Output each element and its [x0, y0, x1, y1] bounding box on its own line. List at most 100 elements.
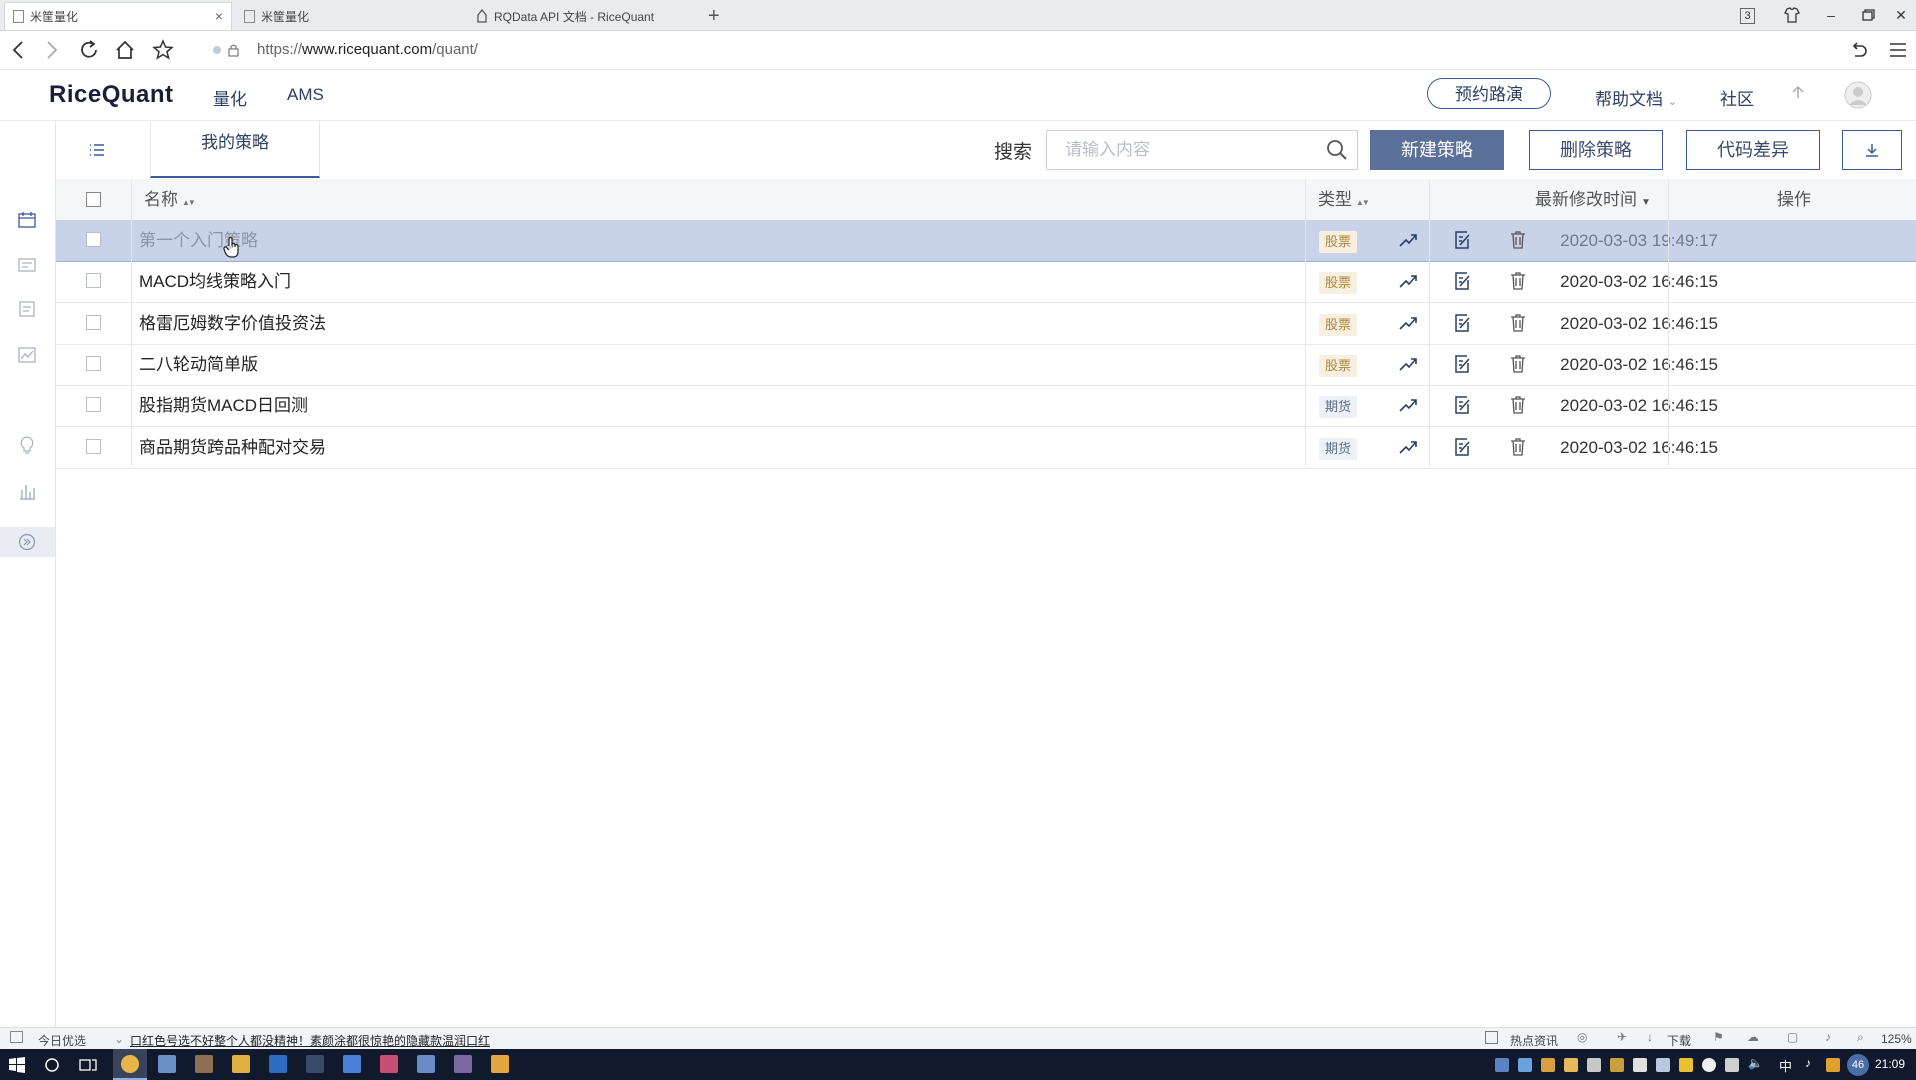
delete-icon[interactable]: [1507, 436, 1529, 458]
backtest-trend-icon[interactable]: [1397, 353, 1419, 375]
tray-app-icon[interactable]: [1679, 1058, 1693, 1072]
tray-shield-icon[interactable]: [1495, 1058, 1509, 1072]
cloud-icon[interactable]: ☁: [1747, 1030, 1759, 1044]
tray-app-icon[interactable]: [1826, 1058, 1840, 1072]
security-lock-icon[interactable]: [212, 43, 242, 57]
ricequant-logo[interactable]: RiceQuant: [49, 81, 174, 109]
sound-icon[interactable]: ♪: [1825, 1030, 1831, 1044]
nav-quant[interactable]: 量化: [213, 85, 247, 110]
nav-community[interactable]: 社区: [1720, 85, 1754, 110]
edit-icon[interactable]: [1451, 312, 1473, 334]
taskbar-shield-icon[interactable]: [343, 1055, 361, 1073]
taskbar-app-icon[interactable]: [454, 1055, 472, 1073]
url-field[interactable]: https://www.ricequant.com/quant/: [257, 41, 478, 58]
tray-cloud-icon[interactable]: [1702, 1058, 1716, 1072]
search-input[interactable]: [1063, 131, 1327, 169]
list-icon[interactable]: [88, 141, 106, 159]
row-checkbox[interactable]: [86, 273, 101, 289]
tray-network-icon[interactable]: [1725, 1058, 1739, 1072]
ime-mode-icon[interactable]: ♪: [1805, 1056, 1811, 1070]
notification-badge[interactable]: 46: [1847, 1054, 1869, 1076]
select-all-checkbox[interactable]: [86, 192, 101, 207]
table-row[interactable]: 商品期货跨品种配对交易 期货 2020-03-02 16:46:15: [56, 427, 1916, 469]
backtest-trend-icon[interactable]: [1397, 229, 1419, 251]
task-view-icon[interactable]: [79, 1057, 97, 1073]
edit-icon[interactable]: [1451, 394, 1473, 416]
edit-icon[interactable]: [1451, 229, 1473, 251]
pin-icon[interactable]: ✈: [1617, 1030, 1627, 1044]
tray-app-icon[interactable]: [1633, 1058, 1647, 1072]
backtest-trend-icon[interactable]: [1397, 270, 1419, 292]
browser-tab-3[interactable]: RQData API 文档 - RiceQuant: [468, 2, 696, 30]
strategy-name[interactable]: 股指期货MACD日回测: [139, 385, 308, 426]
minimize-button[interactable]: –: [1820, 4, 1842, 26]
zoom-level[interactable]: 125%: [1881, 1032, 1912, 1046]
taskbar-app-icon[interactable]: [417, 1055, 435, 1073]
table-row[interactable]: 格雷厄姆数字价值投资法 股票 2020-03-02 16:46:15: [56, 303, 1916, 345]
news-ticker-link[interactable]: 口红色号选不好整个人都没精神！素颜涂都很惊艳的隐藏款温润口红: [130, 1032, 490, 1049]
taskbar-app-icon[interactable]: [158, 1055, 176, 1073]
taskbar-app-icon[interactable]: [491, 1055, 509, 1073]
delete-icon[interactable]: [1507, 270, 1529, 292]
restore-button[interactable]: [1857, 4, 1879, 26]
upload-icon[interactable]: [1787, 82, 1809, 104]
column-name[interactable]: 名称 ▲▼: [144, 179, 196, 220]
table-row[interactable]: 第一个入门策略 股票 2020-03-03 19:49:17: [56, 220, 1916, 262]
avatar[interactable]: [1843, 80, 1873, 110]
taskbar-folder-icon[interactable]: [232, 1055, 250, 1073]
strategy-name[interactable]: 格雷厄姆数字价值投资法: [139, 303, 326, 344]
row-checkbox[interactable]: [86, 438, 101, 454]
tray-app-icon[interactable]: [1518, 1058, 1532, 1072]
edit-icon[interactable]: [1451, 270, 1473, 292]
code-diff-button[interactable]: 代码差异: [1686, 130, 1820, 170]
browser-tab-1[interactable]: 米筐量化 ×: [4, 2, 232, 30]
search-icon[interactable]: [1325, 138, 1349, 162]
table-row[interactable]: MACD均线策略入门 股票 2020-03-02 16:46:15: [56, 261, 1916, 304]
ime-indicator[interactable]: 中: [1779, 1056, 1792, 1075]
flag-icon[interactable]: ⚑: [1713, 1030, 1724, 1044]
column-type[interactable]: 类型 ▲▼: [1318, 179, 1370, 220]
lightbulb-icon[interactable]: [16, 434, 38, 456]
downloads-label[interactable]: 下载: [1667, 1032, 1691, 1049]
strategy-name[interactable]: 二八轮动简单版: [139, 344, 258, 385]
nav-help-docs[interactable]: 帮助文档 ⌄: [1595, 85, 1677, 110]
taskbar-browser-app[interactable]: [113, 1049, 147, 1080]
backtest-trend-icon[interactable]: [1397, 312, 1419, 334]
volume-icon[interactable]: 🔈: [1748, 1056, 1763, 1070]
nav-ams[interactable]: AMS: [287, 85, 324, 105]
close-window-button[interactable]: ✕: [1890, 4, 1912, 26]
tab-my-strategies[interactable]: 我的策略: [150, 121, 320, 178]
delete-icon[interactable]: [1507, 312, 1529, 334]
delete-icon[interactable]: [1507, 353, 1529, 375]
expand-sidebar-button[interactable]: [0, 527, 55, 557]
taskbar-app-icon[interactable]: [269, 1055, 287, 1073]
row-checkbox[interactable]: [86, 232, 101, 247]
strategy-name[interactable]: MACD均线策略入门: [139, 261, 291, 302]
tray-app-icon[interactable]: [1610, 1058, 1624, 1072]
close-icon[interactable]: ×: [215, 8, 223, 24]
back-icon[interactable]: [7, 38, 31, 62]
table-row[interactable]: 股指期货MACD日回测 期货 2020-03-02 16:46:15: [56, 385, 1916, 428]
new-tab-button[interactable]: +: [700, 2, 724, 30]
tray-app-icon[interactable]: [1564, 1058, 1578, 1072]
edit-icon[interactable]: [1451, 436, 1473, 458]
taskbar-app-icon[interactable]: [306, 1055, 324, 1073]
tray-app-icon[interactable]: [1541, 1058, 1555, 1072]
taskbar-app-icon[interactable]: [195, 1055, 213, 1073]
reload-icon[interactable]: [77, 38, 101, 62]
row-checkbox[interactable]: [86, 314, 101, 330]
tab-count-badge[interactable]: 3: [1740, 8, 1755, 24]
clock[interactable]: 21:09: [1875, 1057, 1905, 1071]
delete-strategy-button[interactable]: 删除策略: [1529, 130, 1663, 170]
edit-icon[interactable]: [1451, 353, 1473, 375]
backtest-trend-icon[interactable]: [1397, 436, 1419, 458]
document-icon[interactable]: [16, 298, 38, 320]
tray-app-icon[interactable]: [1656, 1058, 1670, 1072]
windows-start-icon[interactable]: [9, 1057, 25, 1073]
table-row[interactable]: 二八轮动简单版 股票 2020-03-02 16:46:15: [56, 344, 1916, 386]
new-strategy-button[interactable]: 新建策略: [1370, 130, 1504, 170]
column-modified-time[interactable]: 最新修改时间 ▼: [1535, 179, 1651, 220]
hot-news-label[interactable]: 热点资讯: [1510, 1032, 1558, 1049]
bar-chart-icon[interactable]: [16, 480, 38, 502]
delete-icon[interactable]: [1507, 229, 1529, 251]
